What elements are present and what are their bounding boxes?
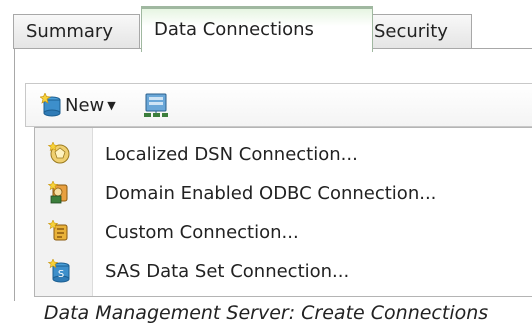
tab-security[interactable]: Security: [361, 14, 472, 49]
new-button[interactable]: New ▼: [40, 92, 116, 118]
tab-data-connections[interactable]: Data Connections: [141, 6, 373, 52]
panel-border: [360, 48, 532, 49]
tab-summary[interactable]: Summary: [13, 14, 140, 49]
chevron-down-icon: ▼: [107, 98, 116, 112]
new-connection-menu: Localized DSN Connection... Domain Enabl…: [34, 127, 532, 297]
new-button-label: New: [65, 94, 105, 116]
tab-strip: Summary Data Connections Security: [13, 3, 532, 52]
domain-odbc-icon: [47, 181, 68, 204]
tab-security-label: Security: [374, 21, 448, 42]
svg-text:S: S: [58, 269, 64, 280]
sas-data-set-icon: S: [47, 259, 70, 283]
figure-caption: Data Management Server: Create Connectio…: [43, 302, 489, 324]
custom-connection-icon: [47, 220, 68, 241]
menu-item-label: Custom Connection...: [105, 221, 299, 243]
menu-item-localized-dsn[interactable]: Localized DSN Connection...: [35, 136, 532, 172]
menu-item-custom-connection[interactable]: Custom Connection...: [35, 214, 532, 250]
connections-window: Summary Data Connections Security New ▼: [0, 0, 532, 325]
tab-summary-label: Summary: [26, 21, 113, 42]
menu-item-domain-odbc[interactable]: Domain Enabled ODBC Connection...: [35, 175, 532, 211]
menu-item-label: Localized DSN Connection...: [105, 143, 358, 165]
menu-item-label: Domain Enabled ODBC Connection...: [105, 182, 437, 204]
database-network-icon[interactable]: [143, 92, 169, 118]
menu-item-sas-data-set[interactable]: S SAS Data Set Connection...: [35, 253, 532, 289]
toolbar: New ▼: [25, 83, 532, 127]
tab-data-connections-label: Data Connections: [154, 19, 314, 40]
localized-dsn-icon: [47, 142, 70, 164]
menu-item-label: SAS Data Set Connection...: [105, 260, 350, 282]
cylinder-star-icon: [40, 93, 61, 117]
